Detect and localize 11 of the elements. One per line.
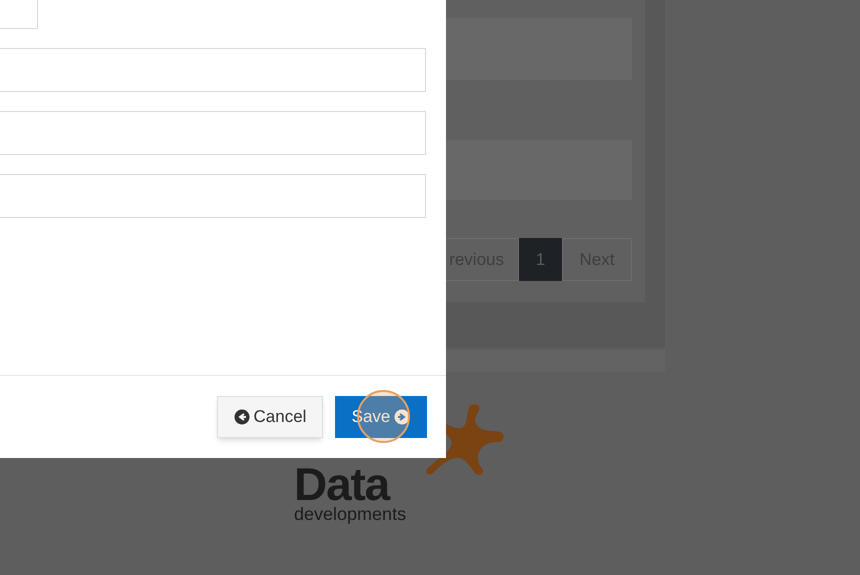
logo-mark-icon — [424, 402, 506, 478]
arrow-circle-icon — [394, 409, 410, 425]
page-link[interactable]: 1 — [519, 238, 562, 281]
input-field[interactable] — [0, 111, 426, 155]
cancel-button[interactable]: Cancel — [217, 396, 323, 438]
input-field[interactable] — [0, 174, 426, 218]
input-field[interactable] — [0, 48, 426, 92]
arrow-circle-icon — [234, 409, 250, 425]
input-field[interactable] — [0, 0, 38, 29]
logo-wordmark: Data — [294, 462, 390, 506]
logo-tagline: developments — [294, 504, 406, 524]
